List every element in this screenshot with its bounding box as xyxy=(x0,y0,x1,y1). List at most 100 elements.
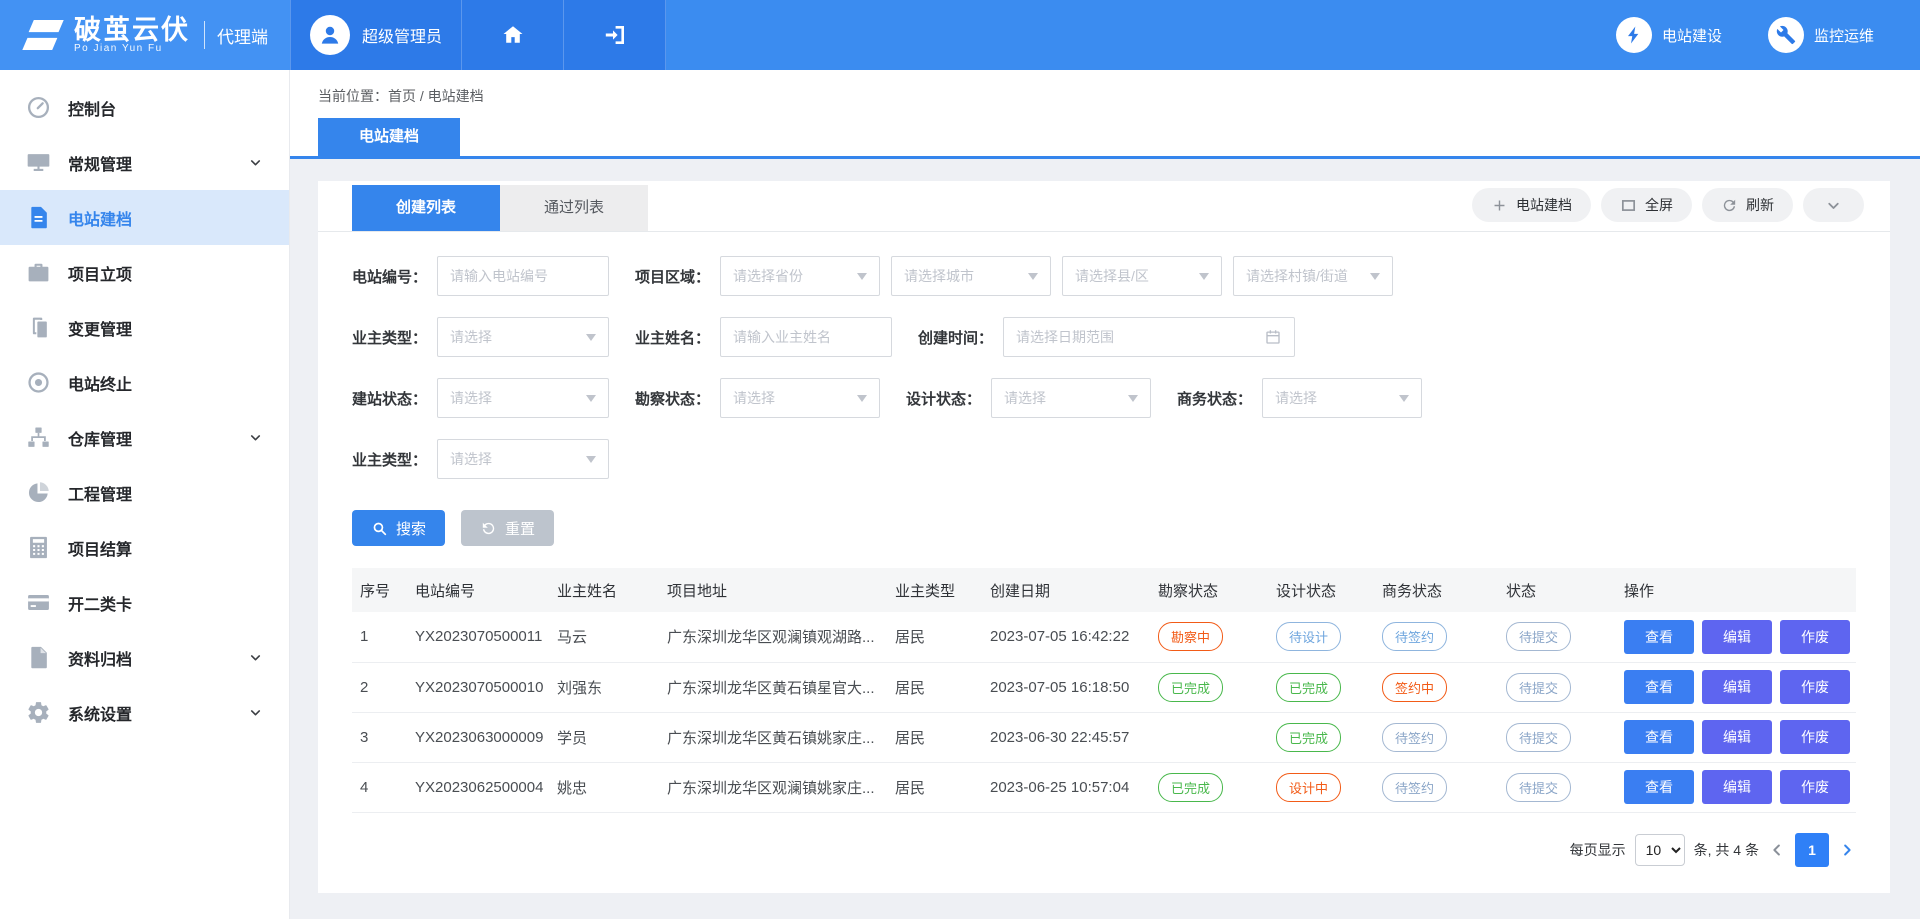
region-province-select[interactable]: 请选择省份 xyxy=(720,256,880,296)
cell-design-status: 待设计 xyxy=(1268,612,1374,662)
column-header: 创建日期 xyxy=(982,568,1150,612)
sidebar-item-console[interactable]: 控制台 xyxy=(0,80,289,135)
sidebar-item-change-management[interactable]: 变更管理 xyxy=(0,300,289,355)
edit-button[interactable]: 编辑 xyxy=(1702,620,1772,654)
filter-group-station-code: 电站编号： xyxy=(352,256,609,296)
cell-no: 3 xyxy=(352,712,407,762)
per-page-label: 每页显示 xyxy=(1570,840,1626,860)
search-button[interactable]: 搜索 xyxy=(352,510,445,546)
filter-label: 项目区域： xyxy=(635,266,710,287)
sidebar-item-data-archive[interactable]: 资料归档 xyxy=(0,630,289,685)
chevron-left-icon[interactable] xyxy=(1768,841,1786,859)
owner-name-input[interactable] xyxy=(720,317,892,357)
brand-logo: 破茧云伏 Po Jian Yun Fu 代理端 xyxy=(0,0,290,70)
fullscreen-icon xyxy=(1620,197,1637,214)
fullscreen-button[interactable]: 全屏 xyxy=(1601,188,1692,222)
owner-type-select[interactable]: 请选择 xyxy=(437,317,609,357)
chevron-down-icon xyxy=(248,430,263,445)
filter-row: 建站状态： 请选择 勘察状态： 请选择 设计状态： 请选择 商务状态： 请选择 xyxy=(352,378,1856,418)
owner-name-field[interactable] xyxy=(733,329,879,345)
create-station-button[interactable]: 电站建档 xyxy=(1472,188,1591,222)
view-button[interactable]: 查看 xyxy=(1624,770,1694,804)
home-icon xyxy=(501,23,525,47)
sidebar-item-second-class-card[interactable]: 开二类卡 xyxy=(0,575,289,630)
void-button[interactable]: 作废 xyxy=(1780,670,1850,704)
select-placeholder: 请选择 xyxy=(450,388,578,408)
cell-address: 广东深圳龙华区观澜镇姚家庄... xyxy=(659,762,887,812)
module-station-construction[interactable]: 电站建设 xyxy=(1616,17,1722,53)
table-row: 2 YX2023070500010 刘强东 广东深圳龙华区黄石镇星官大... 居… xyxy=(352,662,1856,712)
filter-group-region-city: 请选择城市 xyxy=(891,256,1051,296)
edit-button[interactable]: 编辑 xyxy=(1702,670,1772,704)
sidebar-item-project-settlement[interactable]: 项目结算 xyxy=(0,520,289,575)
edit-button[interactable]: 编辑 xyxy=(1702,720,1772,754)
sidebar-item-label: 工程管理 xyxy=(68,481,263,505)
status-badge: 待提交 xyxy=(1506,723,1571,752)
tab-passed-list[interactable]: 通过列表 xyxy=(500,185,648,231)
filter-group-business-status: 商务状态： 请选择 xyxy=(1177,378,1422,418)
status-badge: 待签约 xyxy=(1382,773,1447,802)
module-monitoring-ops[interactable]: 监控运维 xyxy=(1768,17,1874,53)
view-button[interactable]: 查看 xyxy=(1624,620,1694,654)
chevron-right-icon[interactable] xyxy=(1838,841,1856,859)
region-county-select[interactable]: 请选择县/区 xyxy=(1062,256,1222,296)
column-header: 业主类型 xyxy=(887,568,982,612)
region-village-select[interactable]: 请选择村镇/街道 xyxy=(1233,256,1393,296)
owner-type-2-select[interactable]: 请选择 xyxy=(437,439,609,479)
sidebar-item-station-termination[interactable]: 电站终止 xyxy=(0,355,289,410)
table-row: 1 YX2023070500011 马云 广东深圳龙华区观澜镇观湖路... 居民… xyxy=(352,612,1856,662)
card-toolbar: 电站建档全屏刷新 xyxy=(1472,188,1864,228)
breadcrumb-path: 首页 / 电站建档 xyxy=(388,88,484,104)
sidebar-item-label: 电站终止 xyxy=(68,371,263,395)
page-size-select[interactable]: 10 xyxy=(1635,834,1685,866)
sidebar-item-station-archive[interactable]: 电站建档 xyxy=(0,190,289,245)
survey-status-select[interactable]: 请选择 xyxy=(720,378,880,418)
view-button[interactable]: 查看 xyxy=(1624,670,1694,704)
header-spacer xyxy=(666,0,1616,70)
logout-icon xyxy=(603,23,627,47)
filter-group-build-status: 建站状态： 请选择 xyxy=(352,378,609,418)
filter-form: 电站编号： 项目区域： 请选择省份 请选择城市 请选择县/区 请选择村镇/街道 … xyxy=(318,232,1890,479)
refresh-button[interactable]: 刷新 xyxy=(1702,188,1793,222)
cell-owner-type: 居民 xyxy=(887,612,982,662)
void-button[interactable]: 作废 xyxy=(1780,720,1850,754)
refresh-icon xyxy=(1721,197,1738,214)
sidebar-item-system-settings[interactable]: 系统设置 xyxy=(0,685,289,740)
filter-row: 业主类型： 请选择 业主姓名： 创建时间： xyxy=(352,317,1856,357)
sidebar-item-project-initiation[interactable]: 项目立项 xyxy=(0,245,289,300)
create-time-field[interactable] xyxy=(1016,329,1256,345)
filter-label: 建站状态： xyxy=(352,388,427,409)
filter-row: 电站编号： 项目区域： 请选择省份 请选择城市 请选择县/区 请选择村镇/街道 xyxy=(352,256,1856,296)
status-badge: 设计中 xyxy=(1276,773,1341,802)
home-button[interactable] xyxy=(462,0,564,70)
logout-button[interactable] xyxy=(564,0,666,70)
filter-label: 业主姓名： xyxy=(635,327,710,348)
view-button[interactable]: 查看 xyxy=(1624,720,1694,754)
brand-name: 破茧云伏 xyxy=(74,16,190,44)
void-button[interactable]: 作废 xyxy=(1780,620,1850,654)
station-code-field[interactable] xyxy=(450,268,596,284)
table-row: 4 YX2023062500004 姚忠 广东深圳龙华区观澜镇姚家庄... 居民… xyxy=(352,762,1856,812)
region-city-select[interactable]: 请选择城市 xyxy=(891,256,1051,296)
build-status-select[interactable]: 请选择 xyxy=(437,378,609,418)
page-number-button[interactable]: 1 xyxy=(1795,833,1829,867)
tab-create-list[interactable]: 创建列表 xyxy=(352,185,500,231)
sidebar-item-engineering-management[interactable]: 工程管理 xyxy=(0,465,289,520)
void-button[interactable]: 作废 xyxy=(1780,770,1850,804)
design-status-select[interactable]: 请选择 xyxy=(991,378,1151,418)
card-tabs: 创建列表通过列表 xyxy=(352,185,648,231)
reset-button[interactable]: 重置 xyxy=(461,510,554,546)
edit-button[interactable]: 编辑 xyxy=(1702,770,1772,804)
sidebar-item-label: 变更管理 xyxy=(68,316,263,340)
station-code-input[interactable] xyxy=(437,256,609,296)
sidebar-item-warehouse-management[interactable]: 仓库管理 xyxy=(0,410,289,465)
collapse-button[interactable] xyxy=(1803,188,1864,222)
sidebar-item-general-management[interactable]: 常规管理 xyxy=(0,135,289,190)
create-time-input[interactable] xyxy=(1003,317,1295,357)
gear-icon xyxy=(26,700,51,725)
status-badge: 待签约 xyxy=(1382,723,1447,752)
user-menu[interactable]: 超级管理员 xyxy=(290,0,462,70)
page-tab-station-archive[interactable]: 电站建档 xyxy=(318,118,460,156)
filter-label: 勘察状态： xyxy=(635,388,710,409)
business-status-select[interactable]: 请选择 xyxy=(1262,378,1422,418)
